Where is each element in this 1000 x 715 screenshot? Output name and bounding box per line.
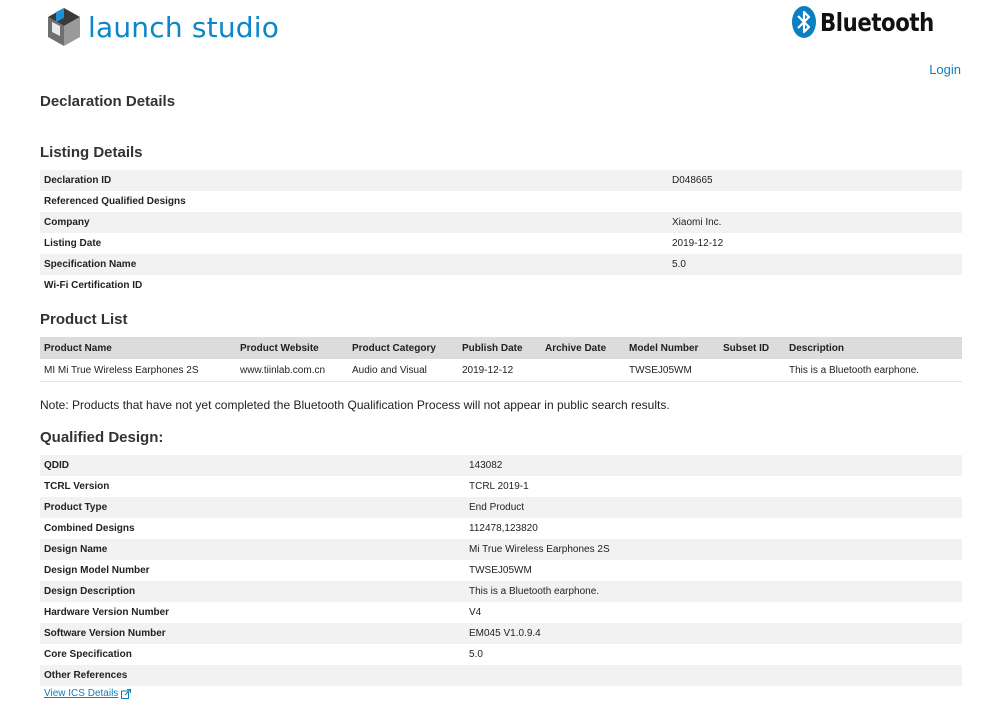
model-number-cell: TWSEJ05WM: [625, 359, 719, 382]
qualified-value: Mi True Wireless Earphones 2S: [465, 539, 962, 560]
column-header[interactable]: Product Name: [40, 337, 236, 359]
qualified-row-product-type: Product Type End Product: [40, 497, 962, 518]
listing-value: [668, 191, 962, 212]
column-header[interactable]: Archive Date: [541, 337, 625, 359]
qualified-label: Combined Designs: [44, 523, 135, 534]
listing-details-table: Declaration ID D048665 Referenced Qualif…: [40, 170, 962, 296]
qualified-row-combined-designs: Combined Designs 112478,123820: [40, 518, 962, 539]
listing-value: 5.0: [668, 254, 962, 275]
bluetooth-icon: [792, 6, 817, 38]
qualified-row-tcrl-version: TCRL Version TCRL 2019-1: [40, 476, 962, 497]
qualified-row-other-references: Other References: [40, 665, 962, 686]
qualified-row-qdid: QDID 143082: [40, 455, 962, 476]
qualified-value: TCRL 2019-1: [469, 481, 529, 492]
product-list-table: Product Name Product Website Product Cat…: [40, 337, 962, 382]
qualified-label: Other References: [40, 665, 465, 686]
qualified-value: 143082: [465, 455, 962, 476]
listing-row-referenced-designs: Referenced Qualified Designs: [40, 191, 962, 212]
qualified-label: Design Name: [40, 539, 465, 560]
launch-studio-logo[interactable]: launch studio: [46, 6, 279, 48]
listing-label: Wi-Fi Certification ID: [44, 280, 143, 291]
qualified-row-core-specification: Core Specification 5.0: [40, 644, 962, 665]
qualified-row-software-version: Software Version Number EM045 V1.0.9.4: [40, 623, 962, 644]
qualified-design-heading: Qualified Design:: [40, 429, 164, 446]
qualified-value: TWSEJ05WM: [469, 565, 532, 576]
qualified-value: [465, 665, 962, 686]
column-header[interactable]: Subset ID: [719, 337, 785, 359]
column-header[interactable]: Product Website: [236, 337, 348, 359]
listing-value: Xiaomi Inc.: [668, 212, 962, 233]
product-website-cell: www.tiinlab.com.cn: [236, 359, 348, 382]
listing-label: Company: [40, 212, 668, 233]
listing-value: D048665: [668, 170, 962, 191]
login-link[interactable]: Login: [929, 62, 961, 77]
column-header[interactable]: Description: [785, 337, 962, 359]
listing-row-wifi-certification-id: Wi-Fi Certification ID: [40, 275, 962, 296]
product-list-heading: Product List: [40, 311, 128, 328]
column-header[interactable]: Publish Date: [458, 337, 541, 359]
listing-label: Listing Date: [44, 238, 102, 249]
view-ics-details-link[interactable]: View ICS Details: [44, 688, 132, 699]
description-cell: This is a Bluetooth earphone.: [785, 359, 962, 382]
qualification-note: Note: Products that have not yet complet…: [40, 398, 670, 412]
product-category-cell: Audio and Visual: [348, 359, 458, 382]
view-ics-details-label: View ICS Details: [44, 688, 119, 699]
qualified-label: Product Type: [40, 497, 465, 518]
listing-row-company: Company Xiaomi Inc.: [40, 212, 962, 233]
qualified-value: This is a Bluetooth earphone.: [465, 581, 962, 602]
archive-date-cell: [541, 359, 625, 382]
qualified-row-hardware-version: Hardware Version Number V4: [40, 602, 962, 623]
listing-label: Specification Name: [40, 254, 668, 275]
listing-row-listing-date: Listing Date 2019-12-12: [40, 233, 962, 254]
listing-row-declaration-id: Declaration ID D048665: [40, 170, 962, 191]
qualified-value: 5.0: [469, 649, 483, 660]
launch-studio-cube-icon: [48, 8, 80, 46]
product-name-cell: MI Mi True Wireless Earphones 2S: [40, 359, 236, 382]
bluetooth-wordmark: Bluetooth: [820, 7, 934, 37]
listing-details-heading: Listing Details: [40, 144, 143, 161]
qualified-label: Hardware Version Number: [44, 607, 170, 618]
table-row: MI Mi True Wireless Earphones 2S www.tii…: [40, 359, 962, 382]
external-link-icon: [121, 688, 132, 699]
qualified-label: QDID: [40, 455, 465, 476]
bluetooth-logo: Bluetooth: [792, 6, 954, 38]
listing-row-specification-name: Specification Name 5.0: [40, 254, 962, 275]
qualified-label: TCRL Version: [44, 481, 110, 492]
qualified-value: EM045 V1.0.9.4: [465, 623, 962, 644]
subset-id-cell: [719, 359, 785, 382]
listing-label: Referenced Qualified Designs: [44, 196, 186, 207]
qualified-design-table: QDID 143082 TCRL Version TCRL 2019-1 Pro…: [40, 455, 962, 686]
listing-value: [668, 275, 962, 296]
product-list-header-row: Product Name Product Website Product Cat…: [40, 337, 962, 359]
qualified-value: V4: [469, 607, 482, 618]
qualified-value: End Product: [465, 497, 962, 518]
qualified-value: 112478,123820: [469, 523, 538, 534]
listing-value: 2019-12-12: [672, 238, 724, 249]
logo-text: launch studio: [88, 10, 280, 44]
qualified-label: Core Specification: [44, 649, 132, 660]
qualified-row-design-name: Design Name Mi True Wireless Earphones 2…: [40, 539, 962, 560]
publish-date-cell: 2019-12-12: [458, 359, 541, 382]
qualified-label: Design Description: [40, 581, 465, 602]
header: launch studio Bluetooth: [0, 0, 1000, 60]
qualified-label: Software Version Number: [40, 623, 465, 644]
qualified-label: Design Model Number: [44, 565, 150, 576]
qualified-row-design-model-number: Design Model Number TWSEJ05WM: [40, 560, 962, 581]
column-header[interactable]: Product Category: [348, 337, 458, 359]
column-header[interactable]: Model Number: [625, 337, 719, 359]
page-title: Declaration Details: [40, 93, 176, 110]
qualified-row-design-description: Design Description This is a Bluetooth e…: [40, 581, 962, 602]
listing-label: Declaration ID: [40, 170, 668, 191]
